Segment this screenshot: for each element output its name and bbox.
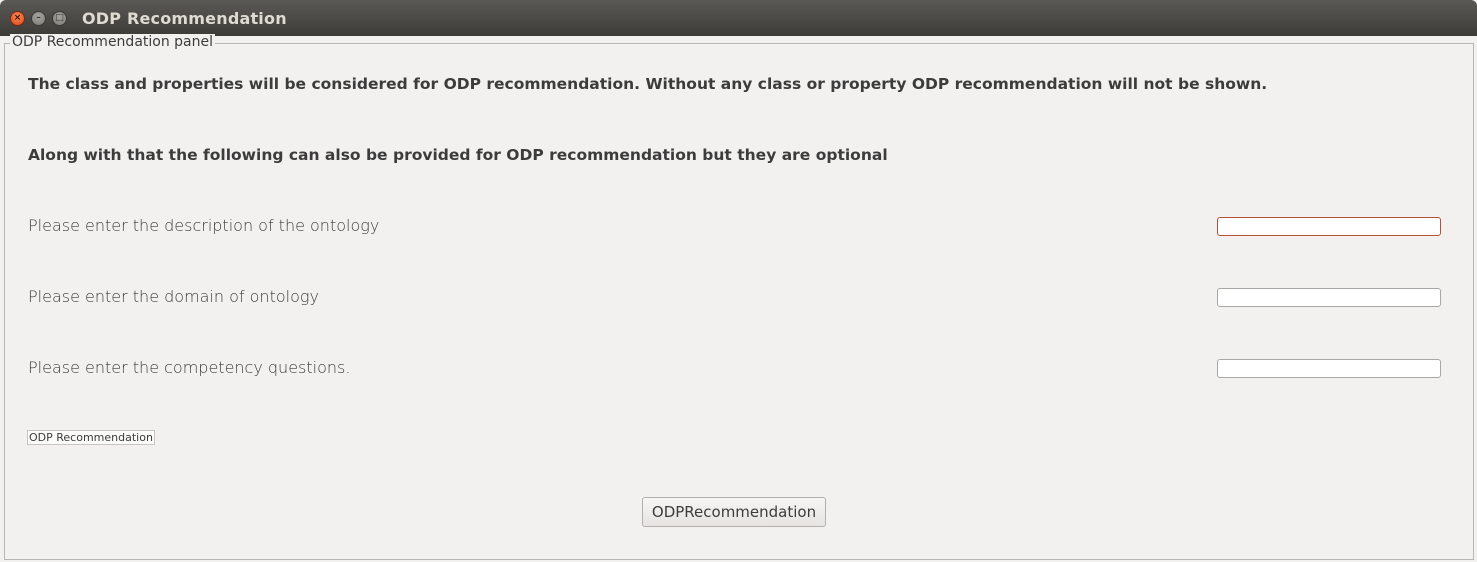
window-title: ODP Recommendation xyxy=(82,9,287,28)
odp-recommendation-small-button[interactable]: ODP Recommendation xyxy=(27,430,155,445)
competency-questions-input[interactable] xyxy=(1217,359,1441,378)
maximize-button[interactable]: □ xyxy=(52,11,67,26)
close-icon: × xyxy=(13,13,22,23)
domain-input[interactable] xyxy=(1217,288,1441,307)
maximize-icon: □ xyxy=(55,13,64,23)
competency-questions-label: Please enter the competency questions. xyxy=(28,358,351,377)
description-input[interactable] xyxy=(1217,217,1441,236)
odp-recommendation-button[interactable]: ODPRecommendation xyxy=(642,497,826,527)
optional-note-text: Along with that the following can also b… xyxy=(28,146,888,164)
minimize-button[interactable]: – xyxy=(31,11,46,26)
description-label: Please enter the description of the onto… xyxy=(28,216,380,235)
domain-label: Please enter the domain of ontology xyxy=(28,287,319,306)
minimize-icon: – xyxy=(36,13,41,23)
close-button[interactable]: × xyxy=(10,11,25,26)
panel-legend: ODP Recommendation panel xyxy=(10,34,216,50)
intro-text: The class and properties will be conside… xyxy=(28,75,1268,93)
window-titlebar: × – □ ODP Recommendation xyxy=(0,0,1477,36)
